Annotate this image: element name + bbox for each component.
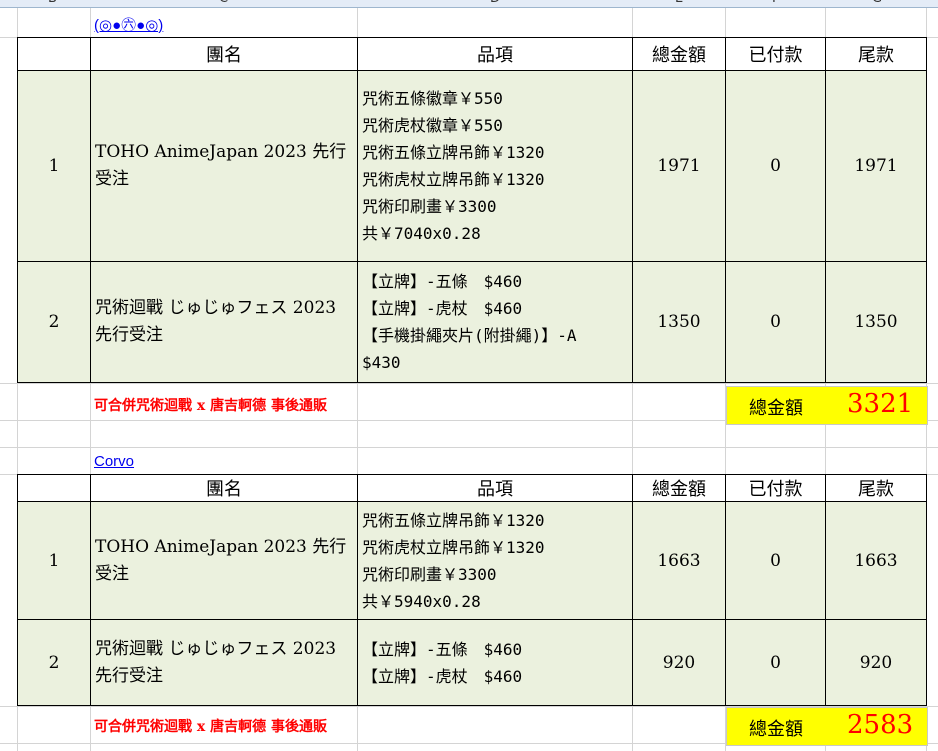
order-table: 團名 品項 總金額 已付款 尾款 1 TOHO AnimeJapan 2023 … — [17, 474, 927, 706]
item-line: 共￥5940x0.28 — [362, 591, 481, 611]
header-paid[interactable]: 已付款 — [725, 37, 826, 71]
item-line: 【立牌】-五條 $460 — [362, 639, 523, 659]
paid-cell[interactable]: 0 — [725, 70, 826, 262]
group-name-cell[interactable]: 咒術迴戰 じゅじゅフェス 2023 先行受注 — [90, 261, 358, 383]
item-line: 咒術五條徽章￥550 — [362, 89, 503, 108]
grand-total-box[interactable]: 總金額 3321 — [726, 386, 928, 425]
items-cell[interactable]: 咒術五條徽章￥550 咒術虎杖徽章￥550 咒術五條立牌吊飾￥1320 咒術虎杖… — [357, 70, 633, 262]
paid-cell[interactable]: 0 — [725, 261, 826, 383]
table-row: 2 咒術迴戰 じゅじゅフェス 2023 先行受注 【立牌】-五條 $460 【立… — [17, 261, 927, 383]
item-line: 咒術虎杖徽章￥550 — [362, 116, 503, 135]
header-paid[interactable]: 已付款 — [725, 474, 826, 502]
item-line: 咒術虎杖立牌吊飾￥1320 — [362, 170, 545, 189]
total-cell[interactable]: 1350 — [632, 261, 726, 383]
header-items[interactable]: 品項 — [357, 37, 633, 71]
header-group[interactable]: 團名 — [90, 474, 358, 502]
table-header-row: 團名 品項 總金額 已付款 尾款 — [17, 474, 927, 502]
row-number-cell[interactable]: 1 — [17, 70, 91, 262]
item-line: 咒術印刷畫￥3300 — [362, 197, 497, 216]
total-cell[interactable]: 920 — [632, 619, 726, 706]
balance-cell[interactable]: 920 — [825, 619, 927, 706]
item-line: 【手機掛繩夾片(附掛繩)】-A — [362, 326, 577, 345]
grand-total-value: 2583 — [847, 710, 914, 740]
table-row: 1 TOHO AnimeJapan 2023 先行受注 咒術五條立牌吊飾￥132… — [17, 501, 927, 620]
row-number-cell[interactable]: 2 — [17, 261, 91, 383]
header-total[interactable]: 總金額 — [632, 474, 726, 502]
user-link[interactable]: (◎●㊅●◎) — [94, 14, 163, 35]
column-header-g[interactable]: G — [872, 0, 882, 6]
table-header-row: 團名 品項 總金額 已付款 尾款 — [17, 37, 927, 71]
paid-cell[interactable]: 0 — [725, 619, 826, 706]
item-line: 【立牌】-虎杖 $460 — [362, 666, 523, 686]
item-line: $430 — [362, 353, 401, 372]
total-cell[interactable]: 1663 — [632, 501, 726, 620]
table-row: 1 TOHO AnimeJapan 2023 先行受注 咒術五條徽章￥550 咒… — [17, 70, 927, 262]
order-table: 團名 品項 總金額 已付款 尾款 1 TOHO AnimeJapan 2023 … — [17, 37, 927, 383]
balance-cell[interactable]: 1663 — [825, 501, 927, 620]
items-cell[interactable]: 【立牌】-五條 $460 【立牌】-虎杖 $460 — [357, 619, 633, 706]
header-balance[interactable]: 尾款 — [825, 474, 927, 502]
grand-total-label: 總金額 — [749, 398, 803, 418]
group-name-cell[interactable]: TOHO AnimeJapan 2023 先行受注 — [90, 501, 358, 620]
item-line: 【立牌】-虎杖 $460 — [362, 299, 523, 318]
row-number-cell[interactable]: 2 — [17, 619, 91, 706]
item-line: 共￥7040x0.28 — [362, 224, 481, 243]
group-name-cell[interactable]: TOHO AnimeJapan 2023 先行受注 — [90, 70, 358, 262]
column-header-strip: B C D E F G — [0, 0, 938, 8]
item-line: 咒術印刷畫￥3300 — [362, 564, 497, 584]
item-line: 【立牌】-五條 $460 — [362, 272, 523, 291]
user-link[interactable]: Corvo — [94, 453, 134, 470]
header-balance[interactable]: 尾款 — [825, 37, 927, 71]
item-line: 咒術五條立牌吊飾￥1320 — [362, 510, 545, 530]
grand-total-label: 總金額 — [749, 719, 803, 739]
header-group[interactable]: 團名 — [90, 37, 358, 71]
header-items[interactable]: 品項 — [357, 474, 633, 502]
header-total[interactable]: 總金額 — [632, 37, 726, 71]
row-number-cell[interactable]: 1 — [17, 501, 91, 620]
column-header-e[interactable]: E — [675, 0, 683, 6]
merge-note[interactable]: 可合併咒術迴戰 x 唐吉軻德 事後通販 — [94, 395, 327, 415]
header-blank — [17, 37, 91, 71]
merge-note[interactable]: 可合併咒術迴戰 x 唐吉軻德 事後通販 — [94, 716, 327, 736]
column-header-f[interactable]: F — [772, 0, 779, 6]
group-name-cell[interactable]: 咒術迴戰 じゅじゅフェス 2023 先行受注 — [90, 619, 358, 706]
total-cell[interactable]: 1971 — [632, 70, 726, 262]
items-cell[interactable]: 【立牌】-五條 $460 【立牌】-虎杖 $460 【手機掛繩夾片(附掛繩)】-… — [357, 261, 633, 383]
balance-cell[interactable]: 1971 — [825, 70, 927, 262]
item-line: 咒術虎杖立牌吊飾￥1320 — [362, 537, 545, 557]
grand-total-box[interactable]: 總金額 2583 — [726, 707, 928, 746]
column-header-d[interactable]: D — [490, 0, 500, 6]
paid-cell[interactable]: 0 — [725, 501, 826, 620]
column-header-b[interactable]: B — [48, 0, 57, 6]
grand-total-value: 3321 — [847, 389, 914, 419]
balance-cell[interactable]: 1350 — [825, 261, 927, 383]
column-header-c[interactable]: C — [219, 0, 228, 6]
header-blank — [17, 474, 91, 502]
table-row: 2 咒術迴戰 じゅじゅフェス 2023 先行受注 【立牌】-五條 $460 【立… — [17, 619, 927, 706]
items-cell[interactable]: 咒術五條立牌吊飾￥1320 咒術虎杖立牌吊飾￥1320 咒術印刷畫￥3300 共… — [357, 501, 633, 620]
item-line: 咒術五條立牌吊飾￥1320 — [362, 143, 545, 162]
